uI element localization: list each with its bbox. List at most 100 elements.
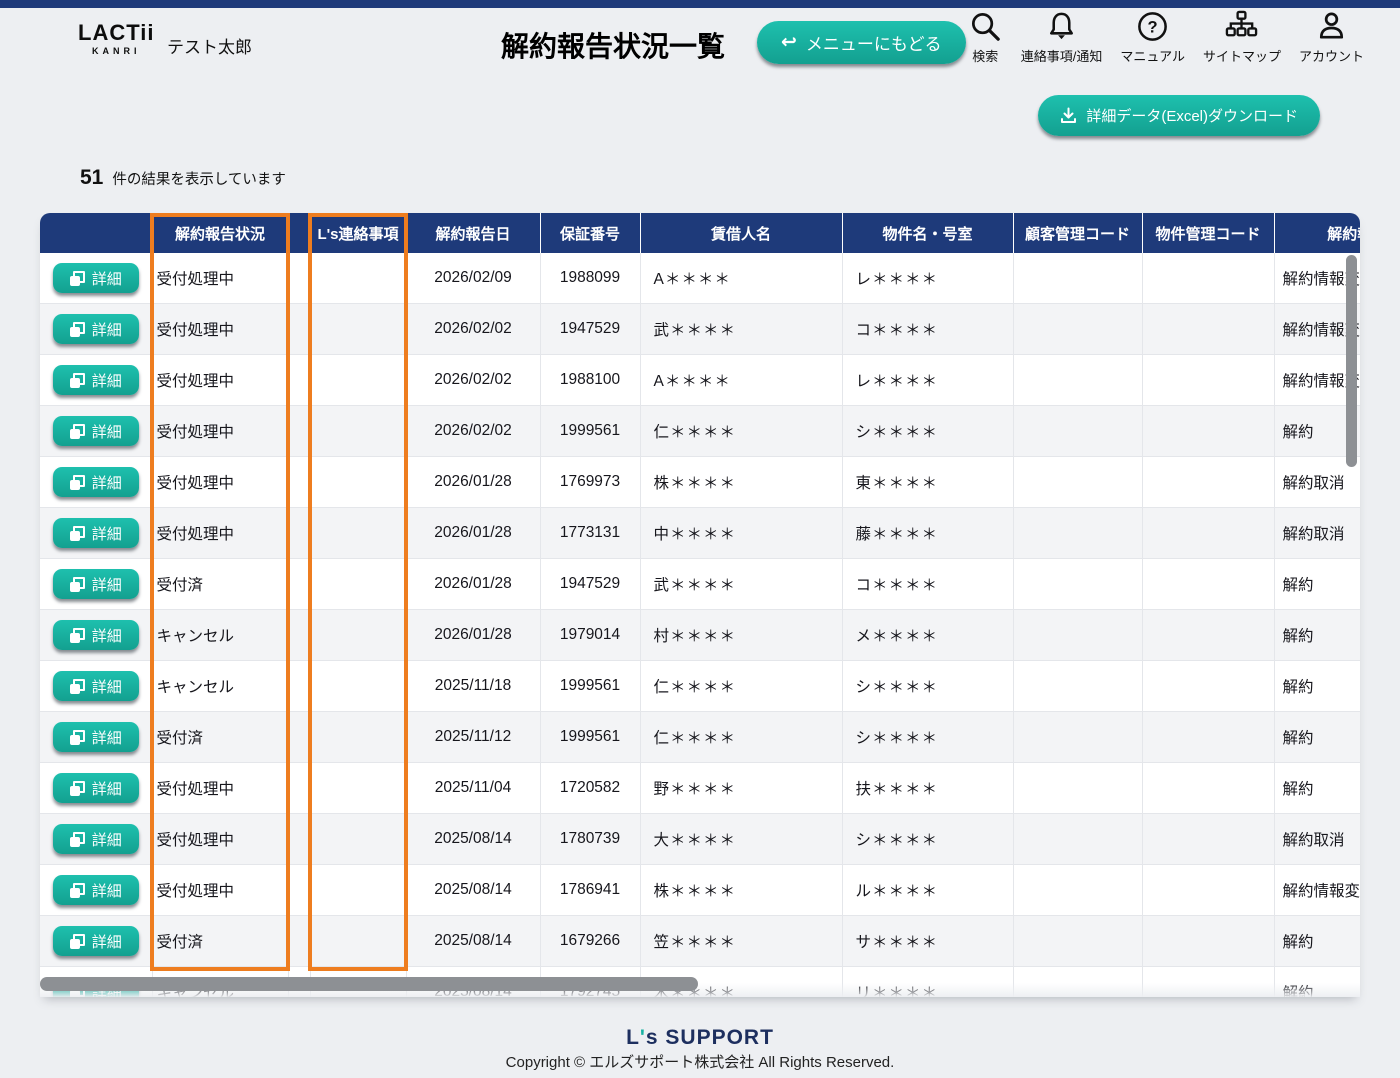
cell-guarantee-no: 1979014 <box>540 609 641 661</box>
cell-customer-code <box>1013 813 1143 865</box>
user-name: テスト太郎 <box>167 38 252 57</box>
cell-tenant-name: 笠＊＊＊＊ <box>640 915 843 967</box>
document-icon <box>69 270 85 286</box>
detail-button[interactable]: 詳細 <box>52 926 139 956</box>
cell-property-name: サ＊＊＊＊ <box>842 915 1014 967</box>
cell-guarantee-no: 1999561 <box>540 660 641 712</box>
cell-actions: 詳細 <box>40 915 153 967</box>
cell-property-code <box>1142 813 1275 865</box>
nav-account[interactable]: アカウント <box>1299 9 1364 65</box>
detail-button[interactable]: 詳細 <box>52 263 139 293</box>
cell-customer-code <box>1013 711 1143 763</box>
cell-spacer <box>288 456 311 508</box>
table-row: 詳細 受付処理中 2025/11/04 1720582 野＊＊＊＊ 扶＊＊＊＊ … <box>40 762 1360 814</box>
page: LACTii KANRI テスト太郎 解約報告状況一覧 ↩ メニューにもどる 検… <box>0 0 1400 1078</box>
cell-customer-code <box>1013 253 1143 304</box>
cell-guarantee-no: 1988100 <box>540 354 641 406</box>
cell-actions: 詳細 <box>40 762 153 814</box>
cell-actions: 詳細 <box>40 253 153 304</box>
col-header-guarantee-no: 保証番号 <box>540 213 641 253</box>
cell-tenant-name: 村＊＊＊＊ <box>640 609 843 661</box>
cell-spacer <box>288 762 311 814</box>
col-header-report-type: 解約報告種別 <box>1274 213 1360 253</box>
detail-button[interactable]: 詳細 <box>52 416 139 446</box>
detail-button-label: 詳細 <box>91 423 122 441</box>
cell-guarantee-no: 1999561 <box>540 405 641 457</box>
detail-button[interactable]: 詳細 <box>52 824 139 854</box>
cell-report-date: 2025/08/14 <box>406 813 541 865</box>
cell-tenant-name: 仁＊＊＊＊ <box>640 711 843 763</box>
document-icon <box>69 576 85 592</box>
detail-button[interactable]: 詳細 <box>52 569 139 599</box>
nav-sitemap-label: サイトマップ <box>1202 49 1281 64</box>
cell-actions: 詳細 <box>40 660 153 712</box>
cell-tenant-name: 中＊＊＊＊ <box>640 507 843 559</box>
document-icon <box>69 933 85 949</box>
document-icon <box>69 831 85 847</box>
cell-tenant-name: 仁＊＊＊＊ <box>640 660 843 712</box>
cell-guarantee-no: 1720582 <box>540 762 641 814</box>
col-header-spacer <box>288 213 311 253</box>
cell-property-name: 藤＊＊＊＊ <box>842 507 1014 559</box>
cell-status: 受付処理中 <box>152 762 289 814</box>
nav-manual[interactable]: ? マニュアル <box>1120 9 1185 65</box>
cell-ls-note <box>310 456 407 508</box>
document-icon <box>69 423 85 439</box>
cell-customer-code <box>1013 558 1143 610</box>
col-header-property-name: 物件名・号室 <box>842 213 1014 253</box>
cell-property-code <box>1142 762 1275 814</box>
table-row: 詳細 受付処理中 2026/01/28 1773131 中＊＊＊＊ 藤＊＊＊＊ … <box>40 507 1360 559</box>
back-to-menu-button[interactable]: ↩ メニューにもどる <box>757 21 966 64</box>
cell-actions: 詳細 <box>40 864 153 916</box>
cell-tenant-name: A＊＊＊＊ <box>640 253 843 304</box>
cell-customer-code <box>1013 762 1143 814</box>
cell-report-type: 解約情報変更 <box>1274 864 1360 916</box>
detail-button[interactable]: 詳細 <box>52 620 139 650</box>
document-icon <box>69 474 85 490</box>
cell-property-name: 東＊＊＊＊ <box>842 456 1014 508</box>
detail-button[interactable]: 詳細 <box>52 671 139 701</box>
excel-download-button[interactable]: 詳細データ(Excel)ダウンロード <box>1038 95 1320 136</box>
cell-ls-note <box>310 762 407 814</box>
cell-status: 受付済 <box>152 558 289 610</box>
detail-button[interactable]: 詳細 <box>52 365 139 395</box>
cell-report-date: 2025/11/18 <box>406 660 541 712</box>
cell-report-date: 2025/11/04 <box>406 762 541 814</box>
detail-button[interactable]: 詳細 <box>52 314 139 344</box>
cell-property-name: コ＊＊＊＊ <box>842 303 1014 355</box>
cell-report-date: 2026/02/02 <box>406 405 541 457</box>
logo-rest: s SUPPORT <box>645 1026 774 1049</box>
cell-status: 受付処理中 <box>152 864 289 916</box>
document-icon <box>69 882 85 898</box>
detail-button[interactable]: 詳細 <box>52 467 139 497</box>
cell-guarantee-no: 1773131 <box>540 507 641 559</box>
detail-button[interactable]: 詳細 <box>52 722 139 752</box>
download-icon <box>1061 107 1077 123</box>
cell-report-date: 2026/01/28 <box>406 507 541 559</box>
nav-sitemap[interactable]: サイトマップ <box>1203 9 1281 65</box>
cell-spacer <box>288 864 311 916</box>
cell-spacer <box>288 711 311 763</box>
detail-button-label: 詳細 <box>91 627 122 645</box>
detail-button[interactable]: 詳細 <box>52 875 139 905</box>
copyright: Copyright © エルズサポート株式会社 All Rights Reser… <box>505 1054 895 1072</box>
cell-actions: 詳細 <box>40 303 153 355</box>
cell-spacer <box>288 609 311 661</box>
document-icon <box>69 321 85 337</box>
vertical-scrollbar-thumb[interactable] <box>1346 255 1357 467</box>
cell-guarantee-no: 1988099 <box>540 253 641 304</box>
table-row: 詳細 受付処理中 2026/02/02 1988100 A＊＊＊＊ レ＊＊＊＊ … <box>40 354 1360 406</box>
cell-status: 受付済 <box>152 915 289 967</box>
detail-button[interactable]: 詳細 <box>52 773 139 803</box>
nav-notifications[interactable]: 連絡事項/通知 <box>1021 9 1102 65</box>
nav-search[interactable]: 検索 <box>968 9 1003 65</box>
detail-button[interactable]: 詳細 <box>52 518 139 548</box>
horizontal-scrollbar-thumb[interactable] <box>40 977 698 991</box>
table-row: 詳細 受付済 2025/08/14 1679266 笠＊＊＊＊ サ＊＊＊＊ 解約 <box>40 915 1360 967</box>
cell-property-code <box>1142 507 1275 559</box>
cell-ls-note <box>310 813 407 865</box>
cell-customer-code <box>1013 864 1143 916</box>
cell-tenant-name: 武＊＊＊＊ <box>640 558 843 610</box>
col-header-ls-note: L's連絡事項 <box>310 213 407 253</box>
cell-report-date: 2026/01/28 <box>406 609 541 661</box>
